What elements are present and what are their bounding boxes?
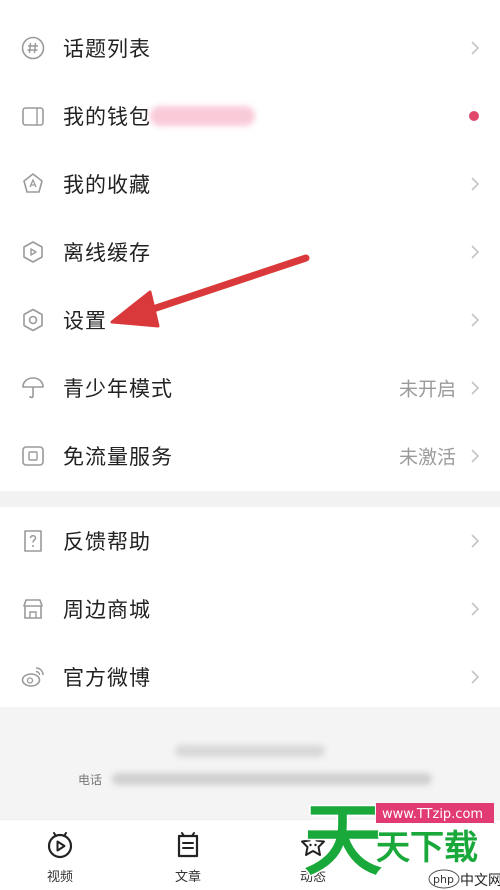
menu-item-label: 官方微博 — [63, 666, 151, 690]
menu-item-merch-store[interactable]: 周边商城 — [0, 575, 500, 643]
video-icon — [45, 830, 75, 860]
blurred-text — [175, 745, 325, 757]
chevron-right-icon — [470, 40, 480, 56]
menu-item-teen-mode[interactable]: 青少年模式 未开启 — [0, 354, 500, 422]
store-icon — [20, 596, 46, 622]
menu-item-free-data[interactable]: 免流量服务 未激活 — [0, 422, 500, 490]
wallet-icon — [20, 103, 46, 129]
menu-item-label: 离线缓存 — [63, 241, 151, 265]
chevron-right-icon — [470, 380, 480, 396]
watermark-url: www.TTzip.com — [382, 807, 483, 822]
menu-group-secondary: 反馈帮助 周边商城 官方微博 — [0, 507, 500, 707]
blurred-promo-tag — [150, 106, 255, 126]
menu-group-primary: 话题列表 我的钱包 我的收藏 离线缓存 设置 青少年模式 未开启 免流量服务 未… — [0, 0, 500, 491]
chevron-right-icon — [470, 176, 480, 192]
teen-mode-status: 未开启 — [398, 378, 456, 401]
menu-item-label: 青少年模式 — [63, 377, 173, 401]
download-icon — [20, 239, 46, 265]
tab-article[interactable]: 文章 — [156, 826, 220, 886]
menu-item-label: 周边商城 — [63, 598, 151, 622]
section-divider — [0, 491, 500, 507]
menu-item-topics[interactable]: 话题列表 — [0, 14, 500, 82]
article-icon — [173, 830, 203, 860]
hashtag-icon — [20, 35, 46, 61]
tab-video[interactable]: 视频 — [28, 826, 92, 886]
menu-item-favorites[interactable]: 我的收藏 — [0, 150, 500, 218]
blurred-text — [112, 773, 432, 785]
notification-dot — [469, 111, 479, 121]
weibo-icon — [20, 664, 46, 690]
tab-label: 文章 — [174, 870, 201, 885]
watermark-big-char: 天 — [304, 796, 382, 886]
chevron-right-icon — [470, 669, 480, 685]
phone-label: 电话 — [78, 773, 103, 787]
watermark-logo: 天 www.TTzip.com 天下载 php 中文网 — [296, 793, 500, 890]
menu-item-settings[interactable]: 设置 — [0, 286, 500, 354]
menu-item-label: 我的钱包 — [63, 105, 151, 129]
free-data-status: 未激活 — [398, 446, 456, 469]
tab-label: 视频 — [46, 870, 73, 885]
menu-item-label: 话题列表 — [63, 37, 151, 61]
chevron-right-icon — [470, 244, 480, 260]
menu-item-label: 免流量服务 — [63, 445, 173, 469]
data-plan-icon — [20, 443, 46, 469]
chevron-right-icon — [470, 448, 480, 464]
menu-item-official-weibo[interactable]: 官方微博 — [0, 643, 500, 711]
menu-item-label: 反馈帮助 — [63, 530, 151, 554]
watermark-brand-cn: 中文网 — [460, 873, 500, 889]
menu-item-offline-cache[interactable]: 离线缓存 — [0, 218, 500, 286]
star-icon — [20, 171, 46, 197]
gear-icon — [20, 307, 46, 333]
feedback-icon — [20, 528, 46, 554]
menu-item-label: 我的收藏 — [63, 173, 151, 197]
menu-item-label: 设置 — [63, 309, 107, 333]
chevron-right-icon — [470, 312, 480, 328]
umbrella-icon — [20, 375, 46, 401]
chevron-right-icon — [470, 533, 480, 549]
menu-item-wallet[interactable]: 我的钱包 — [0, 82, 500, 150]
watermark-small-text: 天下载 — [376, 828, 478, 868]
watermark-brand-php: php — [433, 873, 454, 886]
chevron-right-icon — [470, 601, 480, 617]
menu-item-feedback[interactable]: 反馈帮助 — [0, 507, 500, 575]
